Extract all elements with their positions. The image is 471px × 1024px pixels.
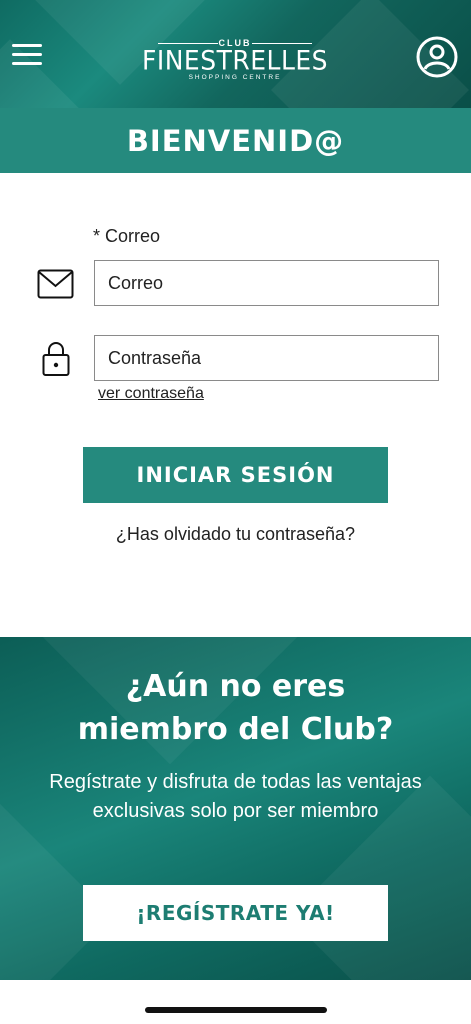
promo-title: ¿Aún no eres miembro del Club? — [0, 665, 471, 751]
user-account-button[interactable] — [416, 36, 458, 78]
promo-title-line2: miembro del Club? — [77, 712, 394, 747]
welcome-banner: BIENVENID@ — [0, 108, 471, 173]
home-indicator[interactable] — [145, 1007, 327, 1013]
menu-button[interactable] — [12, 44, 42, 66]
user-circle-icon — [416, 36, 458, 78]
show-password-link[interactable]: ver contraseña — [98, 385, 204, 403]
login-button[interactable]: INICIAR SESIÓN — [83, 447, 388, 503]
logo-name-text: FINESTRELLES — [141, 45, 329, 76]
email-label: * Correo — [93, 226, 161, 246]
hamburger-icon — [12, 44, 42, 47]
register-promo: ¿Aún no eres miembro del Club? Regístrat… — [0, 637, 471, 980]
envelope-icon — [37, 269, 74, 299]
promo-description: Regístrate y disfruta de todas las venta… — [49, 771, 422, 822]
hamburger-icon-line — [12, 53, 42, 56]
register-button[interactable]: ¡REGÍSTRATE YA! — [83, 885, 388, 941]
logo-line-right — [252, 43, 312, 44]
logo-line-left — [158, 43, 218, 44]
welcome-title: BIENVENID@ — [126, 123, 345, 158]
lock-icon — [42, 342, 70, 376]
forgot-password-link[interactable]: ¿Has olvidado tu contraseña? — [0, 524, 471, 545]
promo-title-line1: ¿Aún no eres — [125, 669, 346, 704]
hamburger-icon-line — [12, 62, 42, 65]
email-field[interactable] — [94, 260, 439, 306]
password-field[interactable] — [94, 335, 439, 381]
brand-logo[interactable]: CLUB FINESTRELLES SHOPPING CENTRE — [140, 38, 330, 88]
app-header: CLUB FINESTRELLES SHOPPING CENTRE — [0, 0, 471, 108]
